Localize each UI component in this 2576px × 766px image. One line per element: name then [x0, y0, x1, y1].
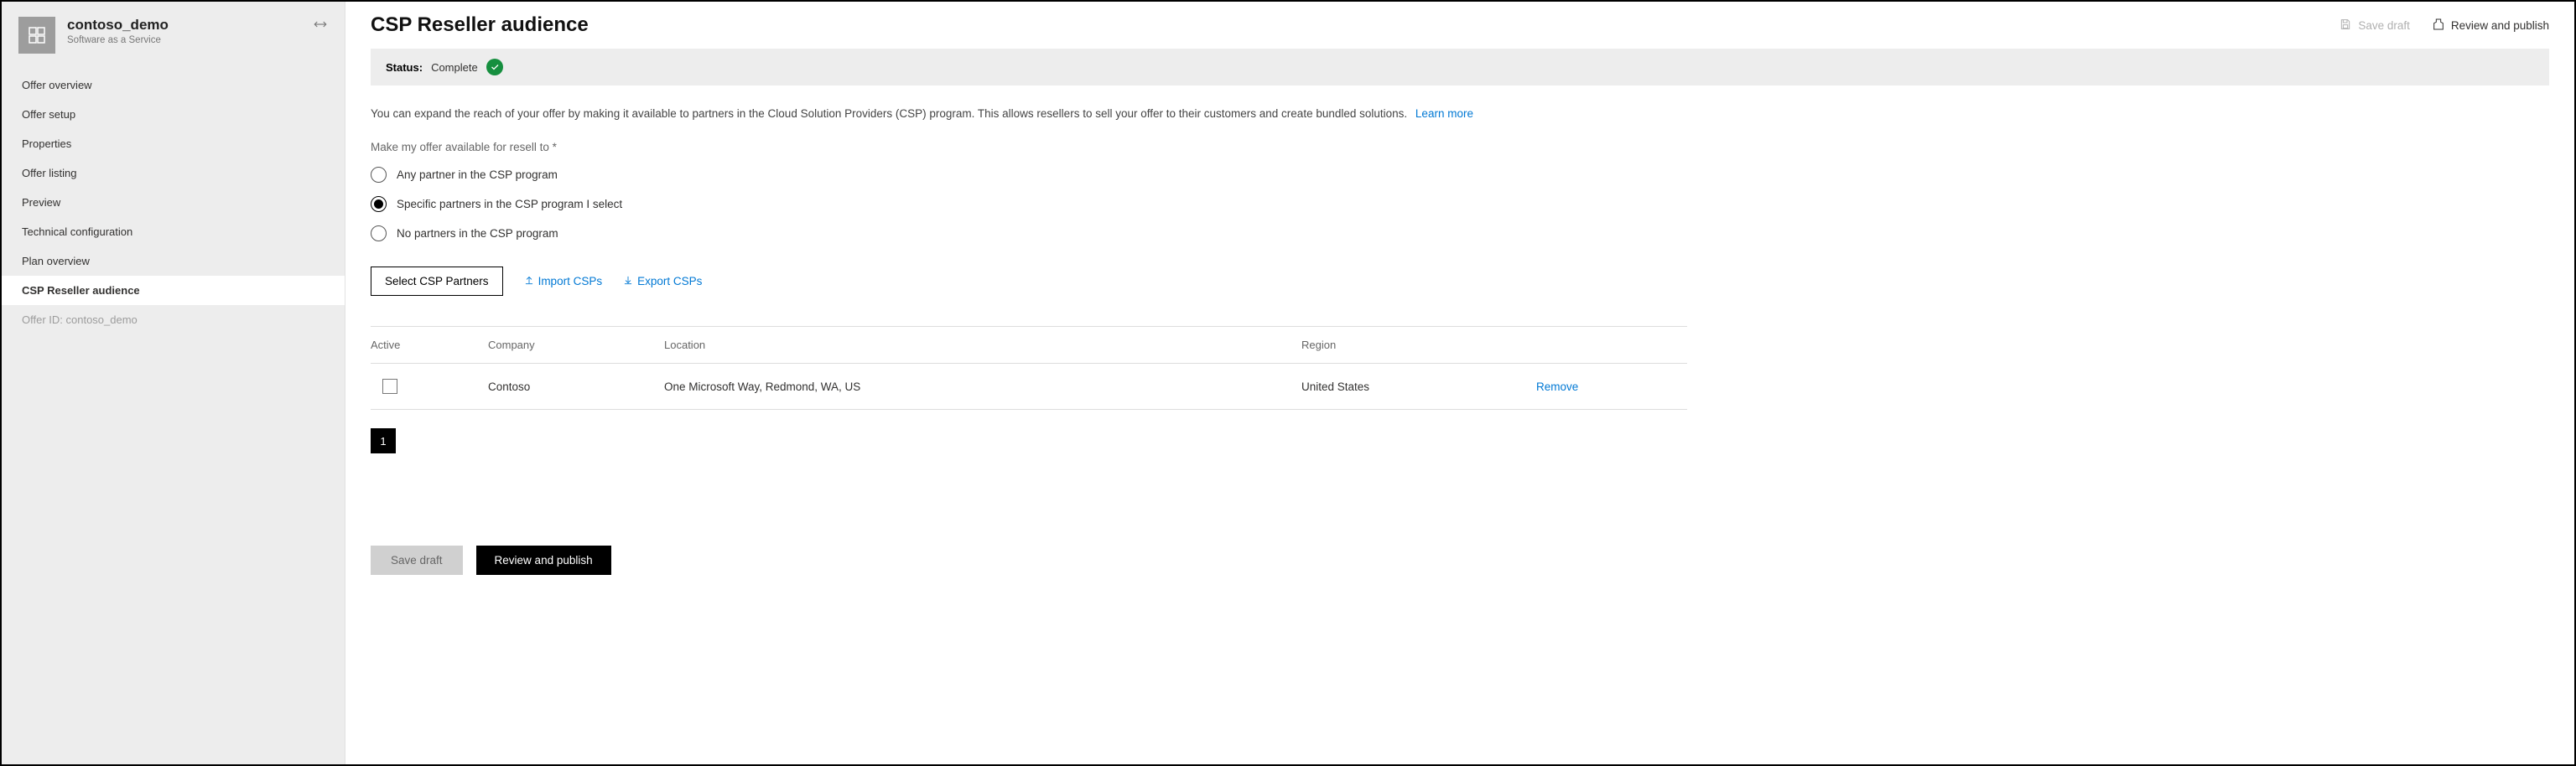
description: You can expand the reach of your offer b… [371, 106, 2549, 122]
description-text: You can expand the reach of your offer b… [371, 107, 1407, 120]
review-and-publish-button[interactable]: Review and publish [476, 546, 611, 575]
sidebar-item-offer-setup[interactable]: Offer setup [2, 100, 345, 129]
export-csps-link[interactable]: Export CSPs [622, 274, 702, 288]
resell-radio-group: Any partner in the CSP program Specific … [371, 167, 2549, 241]
sidebar-header: contoso_demo Software as a Service [2, 2, 345, 65]
status-label: Status: [386, 61, 423, 74]
offer-type: Software as a Service [67, 35, 169, 45]
learn-more-link[interactable]: Learn more [1415, 107, 1473, 120]
save-draft-button: Save draft [371, 546, 463, 575]
export-csps-label: Export CSPs [637, 275, 702, 287]
radio-no-partners-label: No partners in the CSP program [397, 227, 558, 240]
radio-any-partner[interactable]: Any partner in the CSP program [371, 167, 2549, 183]
save-draft-top: Save draft [2339, 18, 2410, 34]
status-bar: Status: Complete [371, 49, 2549, 85]
radio-indicator [371, 196, 387, 212]
main: CSP Reseller audience Save draft Review … [345, 2, 2574, 764]
save-draft-top-label: Save draft [2358, 19, 2410, 32]
review-and-publish-top[interactable]: Review and publish [2432, 18, 2549, 34]
radio-specific-partners[interactable]: Specific partners in the CSP program I s… [371, 196, 2549, 212]
save-icon [2339, 18, 2352, 34]
sidebar-item-plan-overview[interactable]: Plan overview [2, 246, 345, 276]
upload-icon [523, 274, 535, 288]
row-location: One Microsoft Way, Redmond, WA, US [664, 365, 1301, 408]
import-csps-label: Import CSPs [538, 275, 603, 287]
import-csps-link[interactable]: Import CSPs [523, 274, 603, 288]
sidebar-nav: Offer overview Offer setup Properties Of… [2, 70, 345, 334]
status-complete-icon [486, 59, 503, 75]
table-row: Contoso One Microsoft Way, Redmond, WA, … [371, 364, 1687, 410]
resell-to-label: Make my offer available for resell to * [371, 141, 2549, 153]
sidebar-item-preview[interactable]: Preview [2, 188, 345, 217]
radio-any-partner-label: Any partner in the CSP program [397, 168, 558, 181]
sidebar-item-offer-listing[interactable]: Offer listing [2, 158, 345, 188]
page-1-button[interactable]: 1 [371, 428, 396, 453]
review-and-publish-top-label: Review and publish [2451, 19, 2549, 32]
col-region: Region [1301, 327, 1536, 363]
offer-id-label: Offer ID: contoso_demo [2, 305, 345, 334]
status-value: Complete [431, 61, 478, 74]
download-icon [622, 274, 634, 288]
col-active: Active [371, 327, 488, 363]
swap-offer-icon[interactable] [313, 17, 328, 34]
row-company: Contoso [488, 365, 664, 408]
csp-table: Active Company Location Region Contoso O… [371, 326, 1687, 410]
row-remove-link[interactable]: Remove [1536, 380, 1578, 393]
row-region: United States [1301, 365, 1536, 408]
radio-specific-partners-label: Specific partners in the CSP program I s… [397, 198, 622, 210]
radio-no-partners[interactable]: No partners in the CSP program [371, 225, 2549, 241]
select-csp-partners-button[interactable]: Select CSP Partners [371, 267, 503, 296]
sidebar: contoso_demo Software as a Service Offer… [2, 2, 345, 764]
page-title: CSP Reseller audience [371, 13, 589, 37]
radio-indicator [371, 225, 387, 241]
offer-name: contoso_demo [67, 17, 169, 34]
sidebar-item-properties[interactable]: Properties [2, 129, 345, 158]
app-tile-icon [18, 17, 55, 54]
row-active-checkbox[interactable] [382, 379, 397, 394]
col-company: Company [488, 327, 664, 363]
sidebar-item-offer-overview[interactable]: Offer overview [2, 70, 345, 100]
publish-icon [2432, 18, 2445, 34]
radio-indicator [371, 167, 387, 183]
sidebar-item-technical-config[interactable]: Technical configuration [2, 217, 345, 246]
col-location: Location [664, 327, 1301, 363]
sidebar-item-csp-reseller[interactable]: CSP Reseller audience [2, 276, 345, 305]
